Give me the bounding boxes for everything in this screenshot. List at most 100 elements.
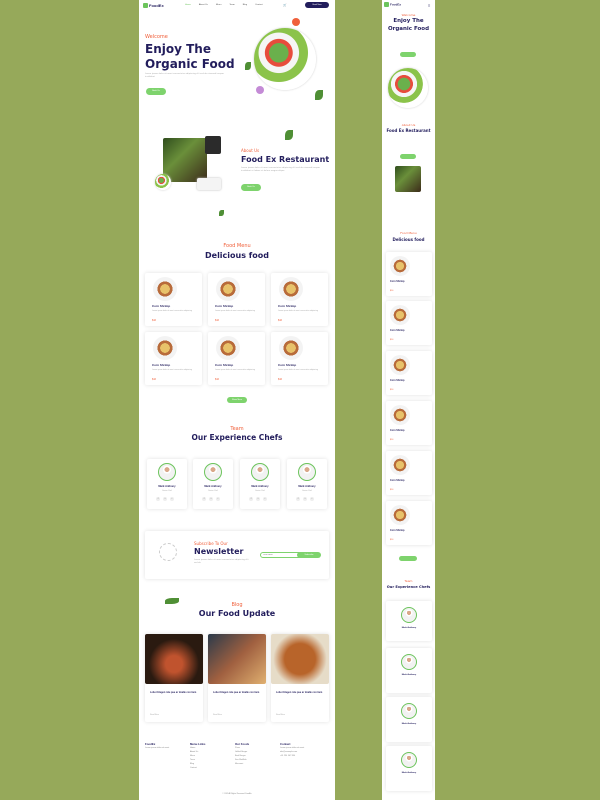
tomato-decoration (292, 18, 300, 26)
menu-card[interactable]: Corn Shrimp Lorem ipsum dolor sit amet c… (271, 273, 328, 326)
hero-book-button[interactable]: Book Us (146, 88, 166, 95)
chef-role: Senior Chef (208, 490, 218, 492)
dish-price: $16 (390, 439, 394, 441)
dish-desc: Lorem ipsum dolor sit amet consectetur a… (215, 310, 255, 312)
instagram-icon[interactable]: i (263, 497, 267, 501)
hamburger-icon[interactable]: ≡ (428, 3, 430, 8)
mobile-menu-card[interactable]: Corn Shrimp $16 (386, 501, 432, 545)
desktop-page: FoodEx Home About Us Menu Team Blog Cont… (139, 0, 335, 800)
dish-desc: Lorem ipsum dolor sit amet consectetur a… (278, 310, 318, 312)
facebook-icon[interactable]: f (249, 497, 253, 501)
about-body: Lorem ipsum dolor sit amet consectetur a… (241, 167, 320, 172)
dish-price: $16 (152, 378, 156, 381)
footer-phone[interactable]: +01 234 567 890 (280, 754, 330, 758)
about-book-button[interactable]: Book Us (241, 184, 261, 191)
dish-name: Corn Shrimp (278, 363, 297, 367)
facebook-icon[interactable]: f (296, 497, 300, 501)
blog-title: Our Food Update (198, 609, 276, 618)
nav-team[interactable]: Team (229, 4, 234, 6)
mobile-menu-card[interactable]: Corn Shrimp $16 (386, 301, 432, 345)
dish-image (390, 505, 410, 525)
mobile-title-2: Organic Food (387, 26, 430, 32)
newsletter-title: Newsletter (194, 547, 244, 556)
chef-card: Mark Anthony Senior Chef fti (240, 459, 280, 509)
twitter-icon[interactable]: t (209, 497, 213, 501)
subscribe-button[interactable]: Subscribe (297, 552, 321, 558)
dish-name: Corn Shrimp (152, 304, 171, 308)
dish-price: $16 (390, 539, 394, 541)
mobile-menu-card[interactable]: Corn Shrimp $16 (386, 351, 432, 395)
chef-card: Mark Anthony Senior Chef fti (147, 459, 187, 509)
show-more-button[interactable]: Show More (227, 397, 247, 403)
dish-price: $16 (390, 339, 394, 341)
dish-image (390, 305, 410, 325)
twitter-icon[interactable]: t (163, 497, 167, 501)
chef-name: Mark Anthony (401, 723, 417, 725)
mobile-menu-sub: Food Menu (400, 231, 417, 235)
cart-icon[interactable]: 🛒 (283, 3, 287, 7)
read-more-link[interactable]: Read More (150, 714, 159, 716)
twitter-icon[interactable]: t (256, 497, 260, 501)
chef-name: Mark Anthony (204, 485, 222, 488)
blog-image (145, 634, 203, 684)
mobile-logo[interactable]: FoodEx (384, 2, 401, 7)
chef-card: Mark Anthony Senior Chef fti (193, 459, 233, 509)
onion-decoration (256, 86, 264, 94)
hero-welcome: Welcome (145, 34, 168, 40)
footer-link[interactable]: Contact (190, 766, 230, 770)
facebook-icon[interactable]: f (156, 497, 160, 501)
nav-menu-link[interactable]: Menu (216, 4, 221, 6)
menu-card[interactable]: Corn Shrimp Lorem ipsum dolor sit amet c… (208, 332, 265, 385)
mobile-welcome: Welcome (401, 13, 416, 17)
instagram-icon[interactable]: i (216, 497, 220, 501)
mobile-menu-title: Delicious food (392, 237, 425, 242)
copyright: © 2023 All Rights Reserved. FoodEx (222, 793, 252, 795)
instagram-icon[interactable]: i (170, 497, 174, 501)
read-more-link[interactable]: Read More (276, 714, 285, 716)
dish-name: Corn Shrimp (390, 479, 405, 482)
chef-name: Mark Anthony (298, 485, 316, 488)
blog-card[interactable]: Lobor Elegen role pue ar tmalle con tiem… (145, 634, 203, 722)
dish-desc: Lorem ipsum dolor sit amet consectetur a… (152, 310, 192, 312)
blog-card[interactable]: Lobor Elegen role pue ar tmalle con tiem… (271, 634, 329, 722)
mobile-menu-card[interactable]: Corn Shrimp $16 (386, 401, 432, 445)
nav-blog[interactable]: Blog (243, 4, 247, 6)
mobile-about-button[interactable] (400, 154, 416, 159)
mail-icon (159, 543, 177, 561)
nav-menu: Home About Us Menu Team Blog Contact (185, 4, 263, 6)
menu-card[interactable]: Corn Shrimp Lorem ipsum dolor sit amet c… (145, 332, 202, 385)
nav-home[interactable]: Home (185, 4, 191, 6)
chef-avatar (401, 607, 417, 623)
nav-about[interactable]: About Us (199, 4, 208, 6)
mobile-show-more-button[interactable] (399, 556, 417, 561)
chef-role: Senior Chef (162, 490, 172, 492)
nav-contact[interactable]: Contact (255, 4, 263, 6)
blog-image (208, 634, 266, 684)
chef-name: Mark Anthony (401, 674, 417, 676)
book-now-button[interactable]: Book Now (305, 2, 329, 8)
dish-price: $16 (390, 389, 394, 391)
blog-post-title: Lobor Elegen role pue ar tmalle con tiem (276, 691, 323, 694)
mobile-menu-card[interactable]: Corn Shrimp $16 (386, 252, 432, 296)
email-input[interactable] (260, 552, 302, 558)
logo[interactable]: FoodEx (143, 3, 164, 9)
facebook-icon[interactable]: f (202, 497, 206, 501)
menu-title: Delicious food (205, 251, 269, 260)
dish-price: $16 (390, 489, 394, 491)
footer-food[interactable]: Macaroni (235, 762, 275, 766)
read-more-link[interactable]: Read More (213, 714, 222, 716)
twitter-icon[interactable]: t (303, 497, 307, 501)
mobile-book-button[interactable] (400, 52, 416, 57)
menu-card[interactable]: Corn Shrimp Lorem ipsum dolor sit amet c… (208, 273, 265, 326)
dish-price: $16 (215, 378, 219, 381)
dish-image (279, 277, 303, 301)
chef-avatar (401, 654, 417, 670)
menu-card[interactable]: Corn Shrimp Lorem ipsum dolor sit amet c… (271, 332, 328, 385)
leaf-decoration (315, 90, 323, 100)
dish-price: $16 (278, 319, 282, 322)
instagram-icon[interactable]: i (310, 497, 314, 501)
mobile-menu-card[interactable]: Corn Shrimp $16 (386, 451, 432, 495)
newsletter-sub: Subscribe To Our (194, 541, 228, 546)
menu-card[interactable]: Corn Shrimp Lorem ipsum dolor sit amet c… (145, 273, 202, 326)
blog-card[interactable]: Lobor Elegen role pue ar tmalle con tiem… (208, 634, 266, 722)
